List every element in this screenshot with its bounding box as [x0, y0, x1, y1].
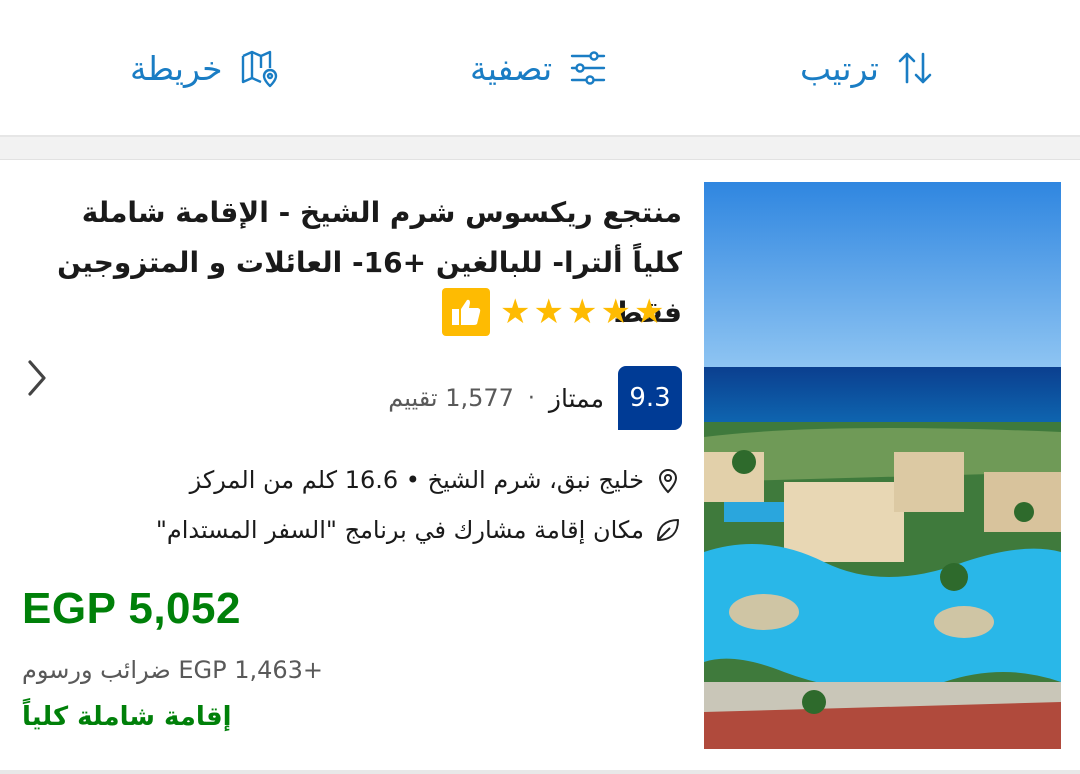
- location-text: خليج نبق، شرم الشيخ • 16.6 كلم من المركز: [189, 466, 644, 494]
- separator: ·: [527, 385, 535, 411]
- review-count: 1,577 تقييم: [388, 384, 514, 412]
- filter-button[interactable]: تصفية: [470, 38, 608, 98]
- star-rating: ★ ★ ★ ★ ★: [500, 295, 664, 329]
- results-toolbar: ترتيب تصفية خريطة: [0, 0, 1080, 137]
- rating-badges: ★ ★ ★ ★ ★: [442, 287, 664, 337]
- star-icon: ★: [566, 292, 598, 332]
- map-icon: [241, 50, 277, 88]
- property-photo[interactable]: [704, 182, 1061, 749]
- meal-plan: إقامة شاملة كلياً: [22, 702, 232, 732]
- leaf-icon: [657, 519, 679, 541]
- location-pin-icon: [658, 469, 678, 494]
- star-icon: ★: [633, 292, 665, 332]
- thumbs-up-icon: [442, 288, 490, 336]
- map-button[interactable]: خريطة: [130, 38, 279, 98]
- location-row: خليج نبق، شرم الشيخ • 16.6 كلم من المركز: [190, 460, 682, 500]
- sustainability-row: مكان إقامة مشارك في برنامج "السفر المستد…: [156, 510, 682, 550]
- star-icon: ★: [500, 292, 531, 332]
- section-gap: [0, 137, 1080, 159]
- sort-icon: [898, 52, 932, 84]
- star-icon: ★: [533, 292, 564, 332]
- chevron-left-icon[interactable]: [20, 356, 54, 400]
- map-label: خريطة: [130, 48, 223, 88]
- taxes-and-fees: +EGP 1,463 ضرائب ورسوم: [22, 656, 324, 684]
- review-score-badge: 9.3: [618, 366, 682, 430]
- filter-label: تصفية: [470, 48, 553, 88]
- review-summary: 9.3 ممتاز · 1,577 تقييم: [388, 366, 682, 430]
- price: EGP 5,052: [22, 584, 241, 633]
- divider: [0, 770, 1080, 774]
- rating-word: ممتاز: [548, 383, 604, 413]
- sort-label: ترتيب: [800, 48, 879, 88]
- sort-button[interactable]: ترتيب: [800, 38, 935, 98]
- star-icon: ★: [600, 292, 631, 332]
- filter-icon: [570, 51, 606, 85]
- property-card[interactable]: منتجع ريكسوس شرم الشيخ - الإقامة شاملة ك…: [0, 159, 1080, 774]
- sustainability-text: مكان إقامة مشارك في برنامج "السفر المستد…: [155, 516, 644, 544]
